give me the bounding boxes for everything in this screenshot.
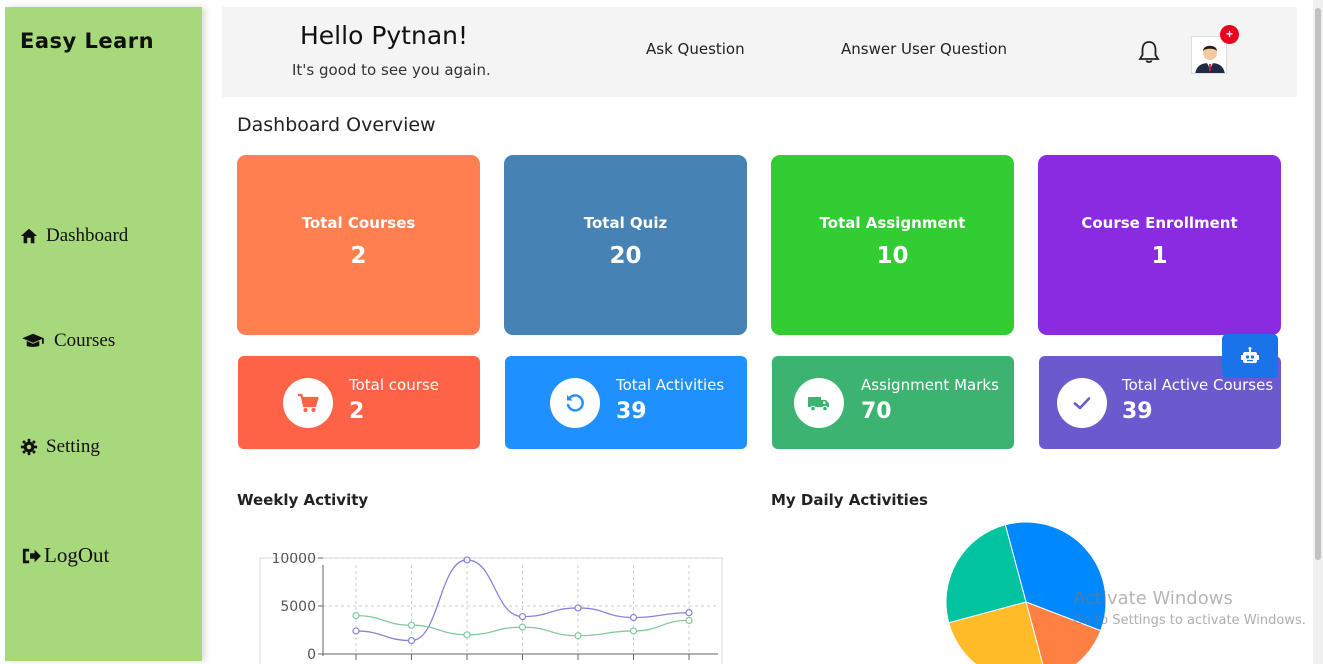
chart-point <box>629 627 638 635</box>
card-total-courses[interactable]: Total Courses 2 <box>237 155 480 335</box>
card-value: 2 <box>350 243 367 269</box>
greeting-subtitle: It's good to see you again. <box>292 61 491 79</box>
chart-point <box>574 604 582 612</box>
stat-label: Total Activities <box>616 376 725 394</box>
robot-icon <box>1241 347 1259 363</box>
sidebar-item-label: Setting <box>46 436 100 457</box>
chart-tick-label: 0 <box>307 647 316 663</box>
activate-windows-watermark: Activate Windows <box>1073 588 1233 609</box>
daily-activities-title: My Daily Activities <box>771 491 928 509</box>
truck-icon <box>808 397 829 412</box>
card-value: 20 <box>609 243 642 269</box>
stat-value: 39 <box>616 399 647 424</box>
stat-value: 70 <box>861 399 892 424</box>
page-title: Dashboard Overview <box>237 114 436 136</box>
stat-value: 2 <box>349 399 365 424</box>
stat-label: Total Active Courses <box>1122 376 1274 394</box>
chart-point <box>574 632 582 640</box>
chart-frame <box>259 557 723 664</box>
ask-question-link[interactable]: Ask Question <box>646 40 745 58</box>
chart-point <box>407 636 416 645</box>
daily-activities-chart <box>945 521 1107 664</box>
sidebar-item-label: Courses <box>54 330 116 351</box>
refresh-icon <box>566 394 584 412</box>
cart-icon <box>298 393 319 412</box>
chart-point <box>352 627 360 635</box>
user-avatar-icon <box>1192 37 1226 73</box>
activate-windows-subtext: Go to Settings to activate Windows. <box>1073 613 1306 628</box>
graduation-cap-icon <box>22 333 44 347</box>
chart-point <box>685 609 693 617</box>
card-value: 10 <box>876 243 909 269</box>
sidebar-item-dashboard[interactable]: Dashboard <box>20 225 128 247</box>
sidebar-item-setting[interactable]: Setting <box>20 436 100 458</box>
header: Hello Pytnan! It's good to see you again… <box>222 7 1297 97</box>
stat-label: Total course <box>349 376 439 394</box>
card-total-assignment[interactable]: Total Assignment 10 <box>771 155 1014 335</box>
card-label: Total Assignment <box>819 214 966 232</box>
sidebar-item-label: LogOut <box>44 543 110 567</box>
card-label: Course Enrollment <box>1081 214 1238 232</box>
chart-point <box>463 556 471 564</box>
chart-point <box>685 616 693 625</box>
avatar[interactable] <box>1191 36 1227 74</box>
weekly-activity-title: Weekly Activity <box>237 491 369 509</box>
card-total-quiz[interactable]: Total Quiz 20 <box>504 155 747 335</box>
stat-label: Assignment Marks <box>861 376 999 394</box>
chart-point <box>518 612 527 621</box>
chatbot-button[interactable] <box>1222 334 1278 378</box>
stat-value: 39 <box>1122 399 1153 424</box>
chart-tick-label: 10000 <box>271 553 316 567</box>
chart-point <box>629 613 638 622</box>
chart-point <box>407 621 416 629</box>
greeting-title: Hello Pytnan! <box>300 21 469 50</box>
stat-total-activities[interactable]: Total Activities 39 <box>505 356 747 449</box>
sidebar-item-logout[interactable]: LogOut <box>20 543 109 568</box>
brand-logo[interactable]: Easy Learn <box>20 29 154 53</box>
stat-icon-circle <box>283 378 333 428</box>
sidebar-item-label: Dashboard <box>46 225 129 246</box>
bell-icon[interactable] <box>1138 40 1160 64</box>
check-icon <box>1073 397 1091 410</box>
stat-total-course[interactable]: Total course 2 <box>238 356 480 449</box>
chart-point <box>518 623 527 631</box>
chart-tick-label: 5000 <box>280 599 316 615</box>
notification-badge: + <box>1220 25 1239 44</box>
stat-assignment-marks[interactable]: Assignment Marks 70 <box>772 356 1014 449</box>
scrollbar-thumb[interactable] <box>1315 8 1321 560</box>
card-course-enrollment[interactable]: Course Enrollment 1 <box>1038 155 1281 335</box>
gear-icon <box>20 438 38 456</box>
home-icon <box>20 228 38 244</box>
sidebar: Easy Learn Dashboard Courses Setting Log… <box>5 7 202 661</box>
answer-user-question-link[interactable]: Answer User Question <box>841 40 1007 58</box>
sidebar-item-courses[interactable]: Courses <box>20 330 115 352</box>
card-value: 1 <box>1151 243 1168 269</box>
weekly-activity-chart: 10000 5000 0 <box>259 553 723 664</box>
card-label: Total Courses <box>301 214 416 232</box>
stat-icon-circle <box>794 378 844 428</box>
chart-point <box>463 631 471 639</box>
stat-icon-circle <box>1057 378 1107 428</box>
stat-icon-circle <box>550 378 600 428</box>
card-label: Total Quiz <box>583 214 668 232</box>
page: Easy Learn Dashboard Courses Setting Log… <box>0 0 1323 664</box>
sign-out-icon <box>22 548 41 563</box>
chart-point <box>352 611 360 620</box>
